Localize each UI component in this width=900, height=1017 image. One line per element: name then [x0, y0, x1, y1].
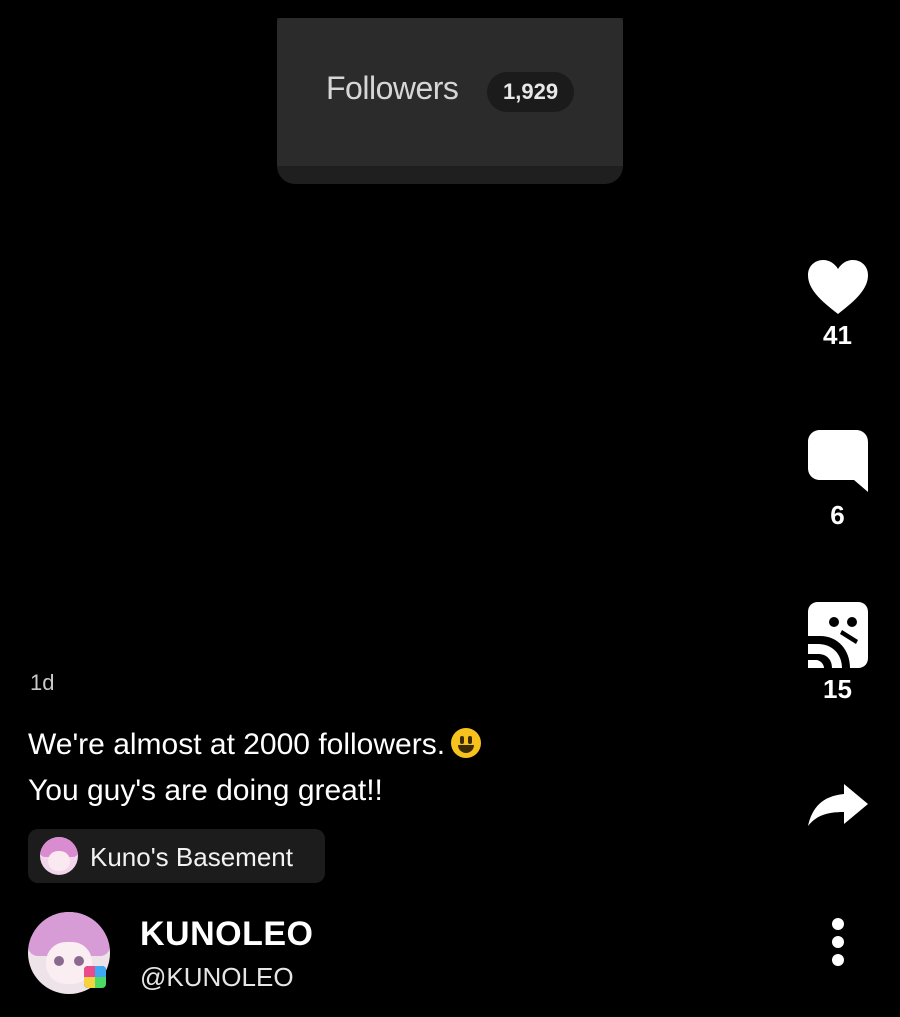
comment-button[interactable]: 6: [790, 428, 885, 531]
grinning-face-emoji-icon: [451, 728, 482, 758]
community-chip[interactable]: Kuno's Basement: [28, 829, 325, 883]
author-display-name[interactable]: KUNOLEO: [140, 915, 314, 954]
repost-count: 15: [823, 674, 852, 704]
comment-count: 6: [830, 500, 845, 530]
verified-badge-icon: [84, 966, 106, 988]
more-dot-icon: [832, 936, 844, 948]
author-handle[interactable]: @KUNOLEO: [140, 962, 294, 993]
more-options-button[interactable]: [826, 918, 850, 966]
post-timestamp: 1d: [30, 670, 55, 695]
followers-label: Followers: [326, 70, 459, 106]
share-button[interactable]: [790, 782, 885, 828]
caption-line-1-text: We're almost at 2000 followers.: [28, 728, 446, 761]
post-image-followers-card: Followers 1,929: [277, 18, 623, 184]
community-name: Kuno's Basement: [90, 842, 293, 872]
repost-button[interactable]: 15: [790, 600, 885, 705]
followers-count-badge: 1,929: [487, 72, 575, 112]
like-count: 41: [823, 320, 852, 350]
community-avatar: [40, 837, 78, 875]
share-arrow-icon: [807, 784, 868, 826]
caption-line-1: We're almost at 2000 followers.: [28, 722, 728, 768]
followers-card-panel: Followers 1,929: [277, 18, 623, 166]
more-dot-icon: [832, 918, 844, 930]
post-caption: We're almost at 2000 followers. You guy'…: [28, 722, 728, 814]
comment-bubble-icon: [807, 430, 868, 492]
heart-icon: [807, 260, 868, 314]
caption-line-2: You guy's are doing great!!: [28, 774, 383, 807]
like-button[interactable]: 41: [790, 258, 885, 351]
more-dot-icon: [832, 954, 844, 966]
repost-icon: [807, 602, 868, 668]
